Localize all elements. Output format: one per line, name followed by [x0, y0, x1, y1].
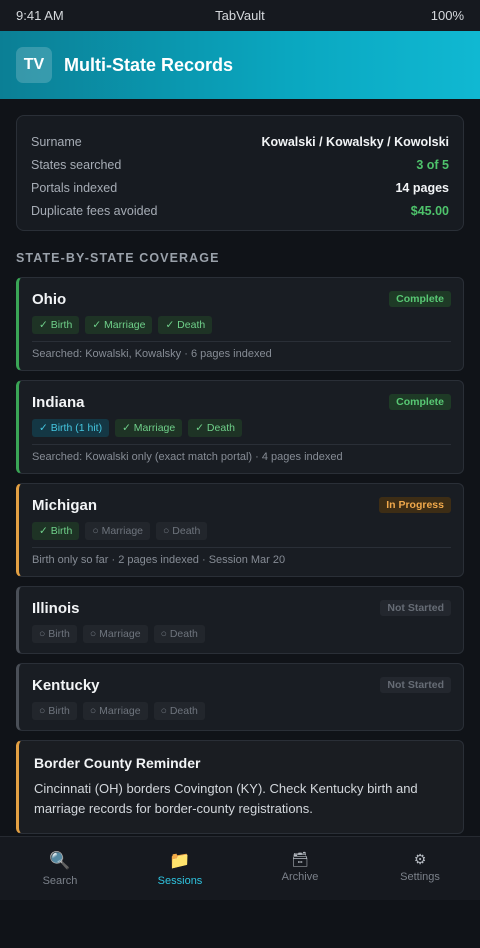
status-battery: 100% — [430, 8, 464, 23]
search-icon: 🔍 — [49, 851, 71, 870]
record-chip[interactable]: ○ Death — [153, 702, 205, 720]
border-county-reminder: Border County Reminder Cincinnati (OH) b… — [16, 740, 464, 834]
summary-value: $45.00 — [410, 203, 449, 218]
card-divider — [32, 444, 451, 445]
summary-panel: Surname Kowalski / Kowalsky / Kowolski Sta… — [16, 115, 464, 231]
state-card-header: Michigan In Progress — [32, 494, 451, 516]
record-type-chips: ✓ Birth ○ Marriage ○ Death — [32, 522, 451, 540]
summary-value: 14 pages — [395, 180, 449, 195]
state-card-header: Illinois Not Started — [32, 597, 451, 619]
status-app-name: TabVault — [215, 8, 265, 23]
status-badge: Complete — [389, 291, 451, 307]
state-name: Ohio — [32, 290, 67, 308]
summary-row: Duplicate fees avoided $45.00 — [31, 199, 449, 222]
summary-label: Duplicate fees avoided — [31, 203, 158, 218]
tab-label: Sessions — [157, 875, 203, 887]
state-list: Ohio Complete ✓ Birth ✓ Marriage ✓ Death Sear… — [16, 277, 464, 731]
folder-icon: 📁 — [169, 851, 191, 870]
tab-sessions[interactable]: 📁 Sessions — [120, 837, 240, 900]
record-chip[interactable]: ○ Marriage — [82, 702, 148, 720]
tab-label: Search — [42, 875, 78, 887]
summary-row: Surname Kowalski / Kowalsky / Kowolski — [31, 130, 449, 153]
reminder-text: Cincinnati (OH) borders Covington (KY). … — [34, 781, 418, 816]
summary-label: Surname — [31, 134, 82, 149]
card-note: Searched: Kowalski only (exact match por… — [32, 451, 343, 463]
state-card-header: Indiana Complete — [32, 391, 451, 413]
record-type-chips: ○ Birth ○ Marriage ○ Death — [32, 702, 451, 720]
record-chip[interactable]: ✓ Marriage — [85, 316, 153, 334]
state-card-header: Kentucky Not Started — [32, 674, 451, 696]
tab-search[interactable]: 🔍 Search — [0, 837, 120, 900]
state-card-indiana[interactable]: Indiana Complete ✓ Birth (1 hit) ✓ Marriage… — [16, 380, 464, 474]
status-badge: Not Started — [380, 677, 451, 693]
app-header: TV Multi-State Records — [0, 31, 480, 99]
state-name: Michigan — [32, 496, 98, 514]
record-type-chips: ○ Birth ○ Marriage ○ Death — [32, 625, 451, 643]
section-title: STATE-BY-STATE COVERAGE — [16, 251, 220, 265]
record-type-chips: ✓ Birth (1 hit) ✓ Marriage ✓ Death — [32, 419, 451, 437]
record-chip[interactable]: ○ Death — [156, 522, 208, 540]
card-note: Birth only so far · 2 pages indexed · Se… — [32, 554, 286, 566]
status-badge: In Progress — [379, 497, 451, 513]
reminder-title: Border County Reminder — [34, 755, 201, 771]
status-time: 9:41 AM — [16, 8, 64, 23]
tab-archive[interactable]: 🗃 Archive — [240, 837, 360, 900]
state-name: Illinois — [32, 599, 80, 617]
record-chip[interactable]: ✓ Death — [188, 419, 242, 437]
tab-label: Archive — [281, 871, 319, 883]
summary-row: Portals indexed 14 pages — [31, 176, 449, 199]
state-name: Indiana — [32, 393, 85, 411]
card-divider — [32, 547, 451, 548]
summary-value: Kowalski / Kowalsky / Kowolski — [261, 134, 449, 149]
summary-label: States searched — [31, 157, 122, 172]
record-chip[interactable]: ✓ Birth — [32, 316, 80, 334]
app-logo: TV — [16, 47, 52, 83]
card-note: Searched: Kowalski, Kowalsky · 6 pages i… — [32, 348, 272, 360]
state-card-ohio[interactable]: Ohio Complete ✓ Birth ✓ Marriage ✓ Death Sear… — [16, 277, 464, 371]
main-content[interactable]: Surname Kowalski / Kowalsky / Kowolski Sta… — [0, 99, 480, 836]
status-badge: Not Started — [380, 600, 451, 616]
status-bar: 9:41 AM TabVault 100% — [0, 0, 480, 31]
summary-row: States searched 3 of 5 — [31, 153, 449, 176]
card-divider — [32, 341, 451, 342]
tab-label: Settings — [400, 871, 440, 883]
record-chip[interactable]: ○ Death — [153, 625, 205, 643]
state-card-header: Ohio Complete — [32, 288, 451, 310]
status-badge: Complete — [389, 394, 451, 410]
page-title: Multi-State Records — [64, 54, 234, 75]
record-chip[interactable]: ○ Birth — [32, 702, 77, 720]
state-card-michigan[interactable]: Michigan In Progress ✓ Birth ○ Marriage ○ De… — [16, 483, 464, 577]
record-chip[interactable]: ○ Marriage — [82, 625, 148, 643]
tab-settings[interactable]: ⚙ Settings — [360, 837, 480, 900]
record-chip[interactable]: ✓ Death — [158, 316, 213, 334]
record-type-chips: ✓ Birth ✓ Marriage ✓ Death — [32, 316, 451, 334]
record-chip[interactable]: ✓ Birth — [32, 522, 80, 540]
archive-box-icon: 🗃 — [291, 851, 309, 867]
gear-icon: ⚙ — [413, 851, 427, 867]
record-chip[interactable]: ○ Marriage — [85, 522, 151, 540]
state-card-kentucky[interactable]: Kentucky Not Started ○ Birth ○ Marriage ○ De… — [16, 663, 464, 731]
summary-value: 3 of 5 — [416, 157, 449, 172]
state-name: Kentucky — [32, 676, 100, 694]
record-chip[interactable]: ✓ Marriage — [115, 419, 183, 437]
record-chip[interactable]: ✓ Birth (1 hit) — [32, 419, 110, 437]
bottom-tab-bar: 🔍 Search 📁 Sessions 🗃 Archive ⚙ Settings — [0, 836, 480, 900]
state-card-illinois[interactable]: Illinois Not Started ○ Birth ○ Marriage ○ De… — [16, 586, 464, 654]
record-chip[interactable]: ○ Birth — [32, 625, 77, 643]
summary-label: Portals indexed — [31, 180, 118, 195]
